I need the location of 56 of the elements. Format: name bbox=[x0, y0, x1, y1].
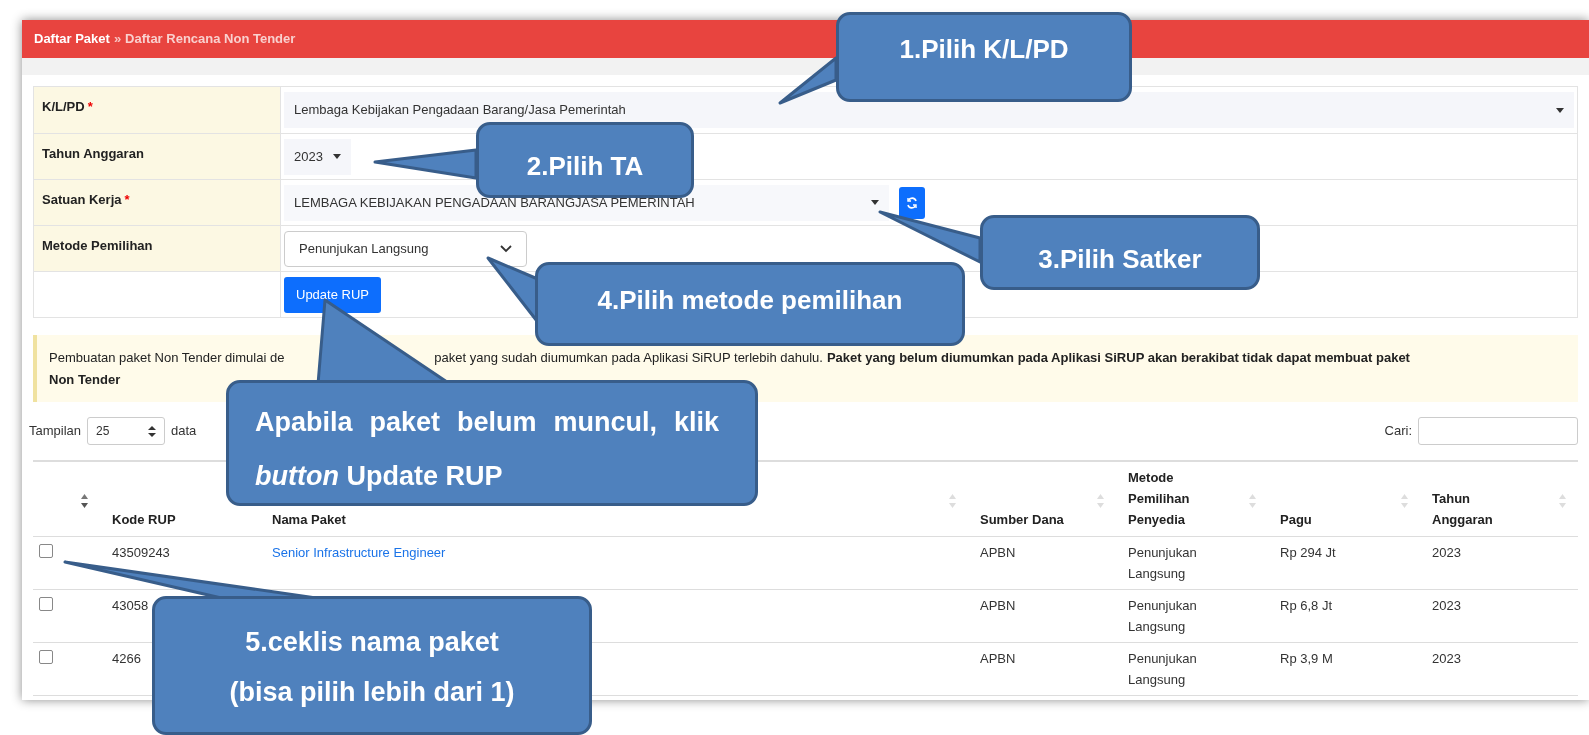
notice-text: Paket yang belum diumumkan pada Aplikasi SiRUP akan berakibat tidak dapat membuat paket bbox=[826, 349, 1410, 367]
breadcrumb-separator: » bbox=[113, 30, 122, 49]
breadcrumb-link[interactable]: Daftar Paket bbox=[34, 29, 110, 49]
search-field[interactable] bbox=[1418, 417, 1578, 445]
search-label: Cari: bbox=[1384, 422, 1412, 441]
form-label: Metode Pemilihan bbox=[42, 238, 153, 253]
form-label: Tahun Anggaran bbox=[42, 146, 144, 161]
table-cell: 2023 bbox=[1432, 598, 1461, 613]
chevron-down-icon bbox=[500, 244, 512, 253]
table-cell: APBN bbox=[980, 598, 1016, 613]
length-suffix: data bbox=[171, 422, 197, 441]
table-cell: 43058 bbox=[112, 598, 149, 613]
column-header[interactable]: Sumber Dana bbox=[980, 509, 1080, 530]
form-label: K/L/PD bbox=[42, 99, 85, 114]
caret-icon bbox=[1556, 107, 1564, 113]
year-select[interactable]: 2023 bbox=[284, 138, 351, 175]
table-cell: 43509243 bbox=[112, 545, 170, 560]
sort-icon[interactable] bbox=[81, 494, 88, 508]
caret-icon bbox=[871, 200, 879, 205]
table-cell: APBN bbox=[980, 651, 1016, 666]
row-checkbox[interactable] bbox=[39, 544, 53, 558]
table-cell-text: Penunjukan Langsung bbox=[1128, 650, 1198, 689]
table-cell: 2023 bbox=[1432, 545, 1461, 560]
table-cell: APBN bbox=[980, 545, 1016, 560]
table-cell: Rp 294 Jt bbox=[1280, 545, 1336, 560]
table-cell-text: Penunjukan Langsung bbox=[1128, 544, 1198, 583]
method-select[interactable]: Penunjukan Langsung bbox=[284, 230, 527, 267]
row-checkbox[interactable] bbox=[39, 597, 53, 611]
table-cell: Rp 6,8 Jt bbox=[1280, 598, 1333, 613]
page-length-select[interactable]: 25 bbox=[87, 417, 166, 445]
length-label: Tampilan bbox=[29, 422, 82, 441]
stepper-icon bbox=[148, 425, 157, 437]
update-rup-button[interactable]: Update RUP bbox=[284, 276, 381, 313]
callout-box: 2.Pilih TA bbox=[476, 122, 694, 198]
column-header[interactable]: Pagu bbox=[1280, 509, 1380, 530]
callout-pointer bbox=[778, 56, 838, 105]
table-cell: Rp 3,9 M bbox=[1280, 651, 1333, 666]
table-cell: 2023 bbox=[1432, 651, 1461, 666]
column-header[interactable]: Metode Pemilihan Penyedia bbox=[1128, 467, 1228, 530]
column-header[interactable]: Kode RUP bbox=[112, 509, 212, 530]
package-link[interactable]: Senior Infrastructure Engineer bbox=[272, 545, 446, 560]
refresh-button[interactable] bbox=[899, 186, 925, 219]
caret-icon bbox=[332, 154, 341, 159]
row-checkbox[interactable] bbox=[39, 650, 53, 664]
column-header[interactable]: Nama Paket bbox=[272, 509, 372, 530]
notice-text: Pembuatan paket Non Tender dimulai de bbox=[49, 349, 285, 367]
refresh-icon bbox=[906, 196, 918, 209]
column-header[interactable]: Tahun Anggaran bbox=[1432, 488, 1532, 530]
table-cell-text: Penunjukan Langsung bbox=[1128, 597, 1198, 636]
table-cell: 4266 bbox=[112, 651, 141, 666]
required-mark: * bbox=[124, 192, 130, 207]
kl-select[interactable]: Lembaga Kebijakan Pengadaan Barang/Jasa Pemerintah bbox=[284, 92, 1574, 128]
notice-text: paket yang sudah diumumkan pada Aplikasi SiRUP terlebih dahulu. bbox=[434, 349, 823, 367]
notice-text: Non Tender bbox=[49, 372, 121, 387]
form-label: Satuan Kerja bbox=[42, 192, 122, 207]
required-mark: * bbox=[87, 99, 93, 114]
